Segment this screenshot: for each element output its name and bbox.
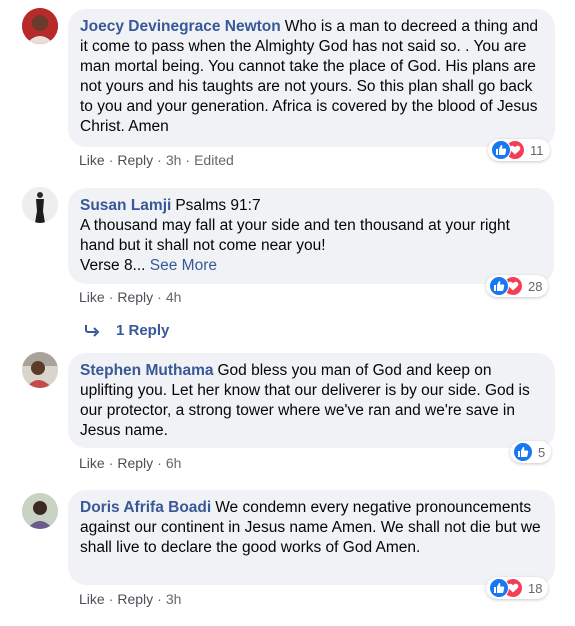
like-reaction-icon [489, 276, 509, 296]
reaction-count: 11 [530, 142, 544, 158]
reaction-count: 18 [528, 580, 543, 596]
reply-button[interactable]: Reply [117, 289, 153, 305]
comment-time[interactable]: 4h [166, 289, 182, 305]
like-button[interactable]: Like [79, 455, 105, 471]
comment-text-truncated: Verse 8... [80, 257, 146, 274]
reaction-summary[interactable]: 11 [488, 139, 550, 161]
comment-time[interactable]: 3h [166, 152, 182, 168]
view-replies-link[interactable]: 1 Reply [116, 322, 169, 339]
comment-bubble: Stephen Muthama God bless you man of God … [68, 353, 555, 448]
reply-button[interactable]: Reply [117, 455, 153, 471]
edited-label[interactable]: Edited [194, 152, 234, 168]
reaction-summary[interactable]: 18 [486, 577, 549, 599]
comment-author[interactable]: Susan Lamji [80, 197, 171, 214]
avatar[interactable] [22, 493, 58, 529]
comment-actions: Like · Reply · 3h [79, 591, 182, 607]
reply-button[interactable]: Reply [117, 152, 153, 168]
like-button[interactable]: Like [79, 289, 105, 305]
comment-bubble: Joecy Devinegrace Newton Who is a man to … [68, 9, 555, 147]
comment-actions: Like · Reply · 6h [79, 455, 182, 471]
comment-bubble: Susan Lamji Psalms 91:7 A thousand may fa… [68, 188, 554, 284]
comment-text: Psalms 91:7 [175, 197, 261, 214]
comment-text-line: A thousand may fall at your side and ten… [80, 217, 510, 254]
avatar[interactable] [22, 8, 58, 44]
reaction-count: 28 [528, 278, 543, 294]
like-reaction-icon [491, 140, 511, 160]
comment-actions: Like · Reply · 4h [79, 289, 182, 305]
reply-button[interactable]: Reply [117, 591, 153, 607]
like-reaction-icon [513, 442, 533, 462]
like-button[interactable]: Like [79, 591, 105, 607]
comment-actions: Like · Reply · 3h · Edited [79, 152, 234, 168]
like-button[interactable]: Like [79, 152, 105, 168]
comment-time[interactable]: 6h [166, 455, 182, 471]
avatar[interactable] [22, 187, 58, 223]
comment-author[interactable]: Doris Afrifa Boadi [80, 499, 211, 516]
comment-time[interactable]: 3h [166, 591, 182, 607]
reaction-summary[interactable]: 28 [486, 275, 549, 297]
comment-bubble: Doris Afrifa Boadi We condemn every negat… [68, 490, 555, 585]
reaction-count: 5 [538, 444, 546, 460]
like-reaction-icon [489, 578, 509, 598]
avatar[interactable] [22, 352, 58, 388]
comment-text: Who is a man to decreed a thing and it c… [80, 18, 539, 135]
comment-author[interactable]: Stephen Muthama [80, 362, 213, 379]
reaction-summary[interactable]: 5 [510, 441, 552, 463]
see-more-link[interactable]: See More [150, 257, 217, 274]
reply-arrow-icon [84, 323, 102, 342]
comment-author[interactable]: Joecy Devinegrace Newton [80, 18, 281, 35]
